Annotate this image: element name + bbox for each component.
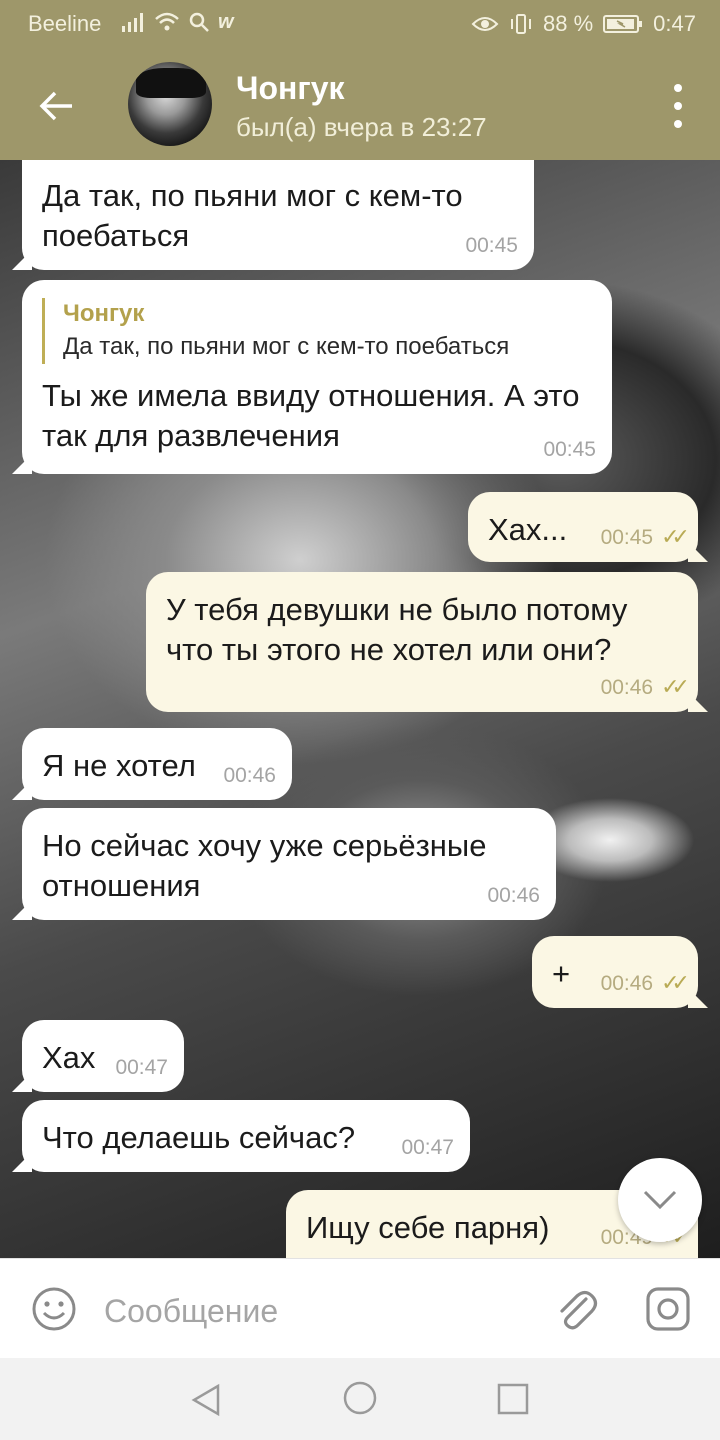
reply-text: Да так, по пьяни мог с кем-то поебаться [63, 333, 510, 360]
dot-icon [674, 120, 682, 128]
arrow-left-icon [39, 91, 72, 121]
carrier-label: Beeline [28, 11, 102, 36]
status-right-icons: 88 % 0:47 [471, 11, 696, 37]
dot-icon [674, 84, 682, 92]
message-text: Да так, по пьяни мог с кем-то поебаться [42, 178, 463, 253]
message-time: 00:47 [115, 1056, 168, 1079]
message-incoming[interactable]: Да так, по пьяни мог с кем-то поебаться … [22, 160, 534, 270]
reply-author: Чонгук [63, 300, 145, 327]
nav-recent-apps-icon[interactable] [496, 1382, 530, 1416]
message-incoming[interactable]: Я не хотел 00:46 [22, 728, 292, 800]
emoji-button[interactable] [30, 1285, 78, 1333]
message-incoming[interactable]: Хах 00:47 [22, 1020, 184, 1092]
chat-messages[interactable]: Да так, по пьяни мог с кем-то поебаться … [0, 160, 720, 1258]
contact-name[interactable]: Чонгук [236, 70, 345, 107]
wifi-icon [155, 12, 179, 31]
scroll-down-button[interactable] [618, 1158, 702, 1242]
message-time: 00:46 ✓✓ [600, 970, 690, 996]
double-check-icon: ✓✓ [661, 970, 690, 995]
message-input[interactable] [104, 1289, 524, 1333]
clock: 0:47 [653, 11, 696, 36]
message-incoming[interactable]: Но сейчас хочу уже серьёзные отношения 0… [22, 808, 556, 920]
message-composer [0, 1258, 720, 1358]
message-text: Что делаешь сейчас? [42, 1120, 356, 1155]
message-time: 00:45 [465, 234, 518, 257]
dot-icon [674, 102, 682, 110]
message-time: 00:46 [487, 884, 540, 907]
message-text: Но сейчас хочу уже серьёзные отношения [42, 828, 487, 903]
message-incoming[interactable]: Чонгук Да так, по пьяни мог с кем-то пое… [22, 280, 612, 474]
camera-icon [646, 1287, 690, 1331]
message-incoming[interactable]: Что делаешь сейчас? 00:47 [22, 1100, 470, 1172]
search-icon [189, 12, 209, 32]
chat-header: Чонгук был(а) вчера в 23:27 [0, 48, 720, 160]
double-check-icon: ✓✓ [661, 674, 690, 699]
nav-home-icon[interactable] [342, 1380, 378, 1416]
system-nav-bar [0, 1358, 720, 1440]
chevron-down-icon [643, 1190, 677, 1210]
eye-icon [471, 17, 499, 31]
message-time-value: 00:46 [600, 676, 654, 699]
battery-percent: 88 % [543, 11, 594, 36]
message-time: 00:46 ✓✓ [600, 674, 690, 700]
message-outgoing[interactable]: У тебя девушки не было потому что ты это… [146, 572, 698, 712]
message-time: 00:45 ✓✓ [600, 524, 690, 550]
message-time: 00:47 [401, 1136, 454, 1159]
status-bar: Beeline w 88 % 0:47 [0, 0, 720, 48]
back-button[interactable] [26, 78, 86, 134]
message-time-value: 00:45 [600, 526, 654, 549]
battery-icon [603, 15, 643, 33]
double-check-icon: ✓✓ [661, 524, 690, 549]
vibrate-icon [511, 14, 532, 34]
status-left-icons: w [120, 9, 234, 35]
message-outgoing[interactable]: + 00:46 ✓✓ [532, 936, 698, 1008]
avatar[interactable] [128, 62, 212, 146]
attach-button[interactable] [552, 1285, 600, 1333]
contact-last-seen: был(а) вчера в 23:27 [236, 112, 487, 142]
smile-icon [32, 1287, 76, 1331]
camera-button[interactable] [644, 1285, 692, 1333]
reply-quote[interactable]: Чонгук Да так, по пьяни мог с кем-то пое… [42, 298, 592, 364]
message-text: Ты же имела ввиду отношения. А это так д… [42, 378, 580, 453]
paperclip-icon [560, 1290, 598, 1330]
w-app-icon: w [218, 11, 234, 33]
message-time: 00:45 [543, 438, 596, 461]
message-outgoing[interactable]: Хах... 00:45 ✓✓ [468, 492, 698, 562]
more-menu-button[interactable] [666, 84, 690, 128]
message-time-value: 00:46 [600, 972, 654, 995]
nav-back-icon[interactable] [188, 1382, 224, 1418]
message-time: 00:46 [223, 764, 276, 787]
signal-icon [122, 13, 143, 32]
message-text: У тебя девушки не было потому что ты это… [166, 592, 628, 667]
